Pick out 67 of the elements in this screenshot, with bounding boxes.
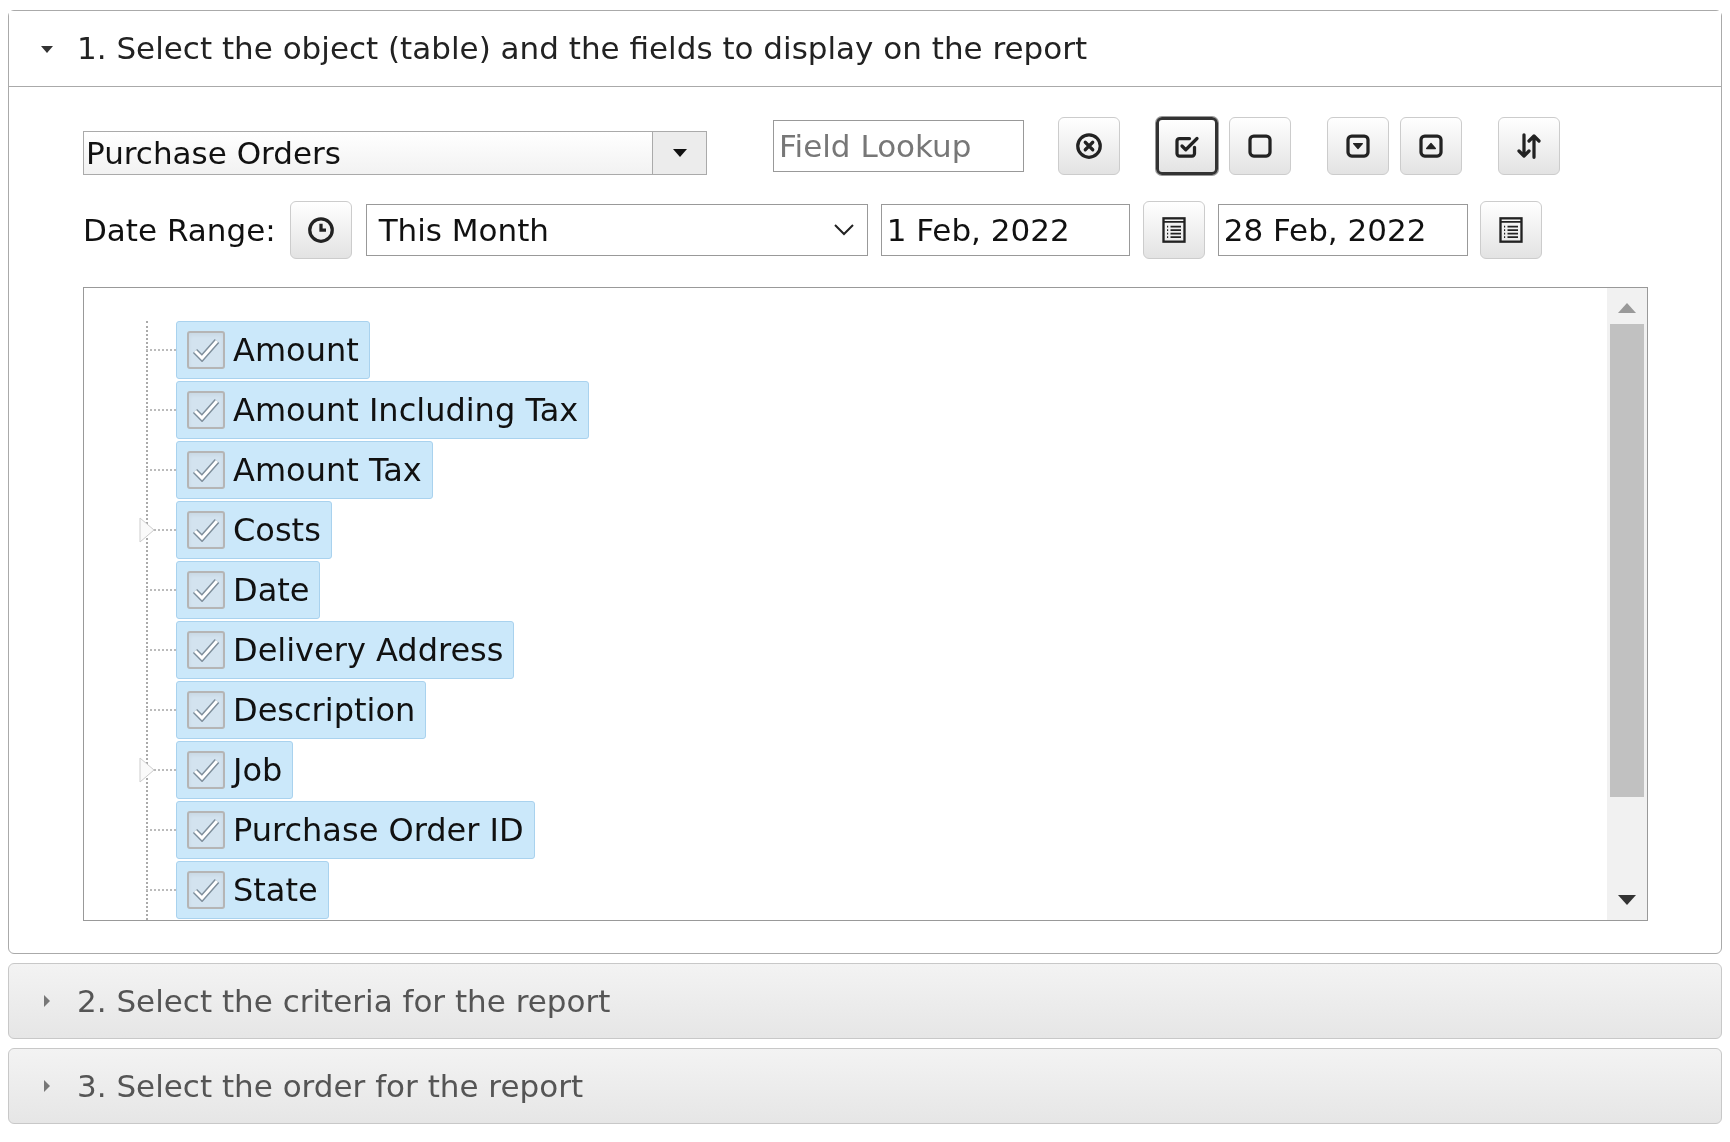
scroll-down-icon[interactable] — [1617, 894, 1637, 906]
field-item[interactable]: Amount Including Tax — [176, 381, 590, 439]
scrollbar-thumb[interactable] — [1610, 324, 1644, 797]
check-icon — [192, 638, 220, 662]
checkbox[interactable] — [187, 391, 225, 429]
collapse-icon — [1416, 131, 1446, 161]
period-button[interactable] — [289, 201, 352, 259]
check-icon — [192, 698, 220, 722]
clear-icon — [1074, 131, 1104, 161]
field-item[interactable]: Delivery Address — [176, 621, 515, 679]
section-header[interactable]: 1. Select the object (table) and the fields to display on the report — [9, 11, 1721, 87]
clock-icon — [305, 215, 336, 245]
checkbox[interactable] — [187, 571, 225, 609]
chevron-down-icon — [832, 223, 855, 237]
end-date-input[interactable]: 28 Feb, 2022 — [1217, 204, 1468, 256]
expand-all-button[interactable] — [1327, 117, 1389, 175]
field-item[interactable]: Amount Tax — [176, 441, 433, 499]
calendar-button[interactable] — [1479, 201, 1542, 259]
check-icon — [192, 518, 220, 542]
calendar-list-icon — [1496, 216, 1525, 244]
checkbox[interactable] — [187, 511, 225, 549]
field-item[interactable]: State — [176, 861, 329, 919]
section-header[interactable]: 3. Select the order for the report — [8, 1048, 1722, 1124]
checkbox[interactable] — [187, 451, 225, 489]
section-title: 2. Select the criteria for the report — [77, 981, 611, 1021]
section-header[interactable]: 2. Select the criteria for the report — [8, 963, 1722, 1039]
section-title: 1. Select the object (table) and the fields to display on the report — [77, 29, 1088, 69]
scroll-up-icon[interactable] — [1617, 302, 1637, 314]
checkbox[interactable] — [187, 871, 225, 909]
uncheck-all-button[interactable] — [1229, 117, 1291, 175]
checkbox[interactable] — [187, 811, 225, 849]
calendar-list-icon — [1159, 216, 1188, 244]
check-icon — [192, 458, 220, 482]
sort-icon — [1514, 131, 1544, 161]
checkbox[interactable] — [187, 631, 225, 669]
checkbox[interactable] — [187, 691, 225, 729]
field-item[interactable]: Job — [176, 741, 294, 799]
check-icon — [192, 398, 220, 422]
scrollbar[interactable] — [1607, 288, 1647, 920]
expand-arrow-icon[interactable] — [138, 516, 156, 544]
expand-icon — [1343, 131, 1373, 161]
section-title: 3. Select the order for the report — [77, 1066, 584, 1106]
sort-button[interactable] — [1498, 117, 1560, 175]
check-all-button[interactable] — [1156, 117, 1218, 175]
field-item[interactable]: Description — [176, 681, 427, 739]
check-icon — [192, 758, 220, 782]
field-item[interactable]: Costs — [176, 501, 332, 559]
calendar-button[interactable] — [1142, 201, 1205, 259]
period-dropdown[interactable]: This Month — [365, 204, 868, 256]
checkbox[interactable] — [187, 331, 225, 369]
field-item[interactable]: Date — [176, 561, 321, 619]
field-lookup-input[interactable]: Field Lookup — [773, 120, 1024, 172]
check-icon — [192, 578, 220, 602]
field-item[interactable]: Amount — [176, 321, 370, 379]
checkbox-empty-icon — [1245, 131, 1275, 161]
check-icon — [192, 818, 220, 842]
checkbox[interactable] — [187, 751, 225, 789]
expand-arrow-icon[interactable] — [138, 756, 156, 784]
collapse-all-button[interactable] — [1400, 117, 1462, 175]
date-range-label: Date Range: — [83, 210, 276, 250]
check-icon — [192, 338, 220, 362]
object-dropdown[interactable]: Purchase Orders — [83, 131, 707, 175]
clear-button[interactable] — [1058, 117, 1120, 175]
field-item[interactable]: Purchase Order ID — [176, 801, 535, 859]
check-icon — [192, 878, 220, 902]
caret-down-icon — [670, 147, 689, 159]
start-date-input[interactable]: 1 Feb, 2022 — [880, 204, 1130, 256]
